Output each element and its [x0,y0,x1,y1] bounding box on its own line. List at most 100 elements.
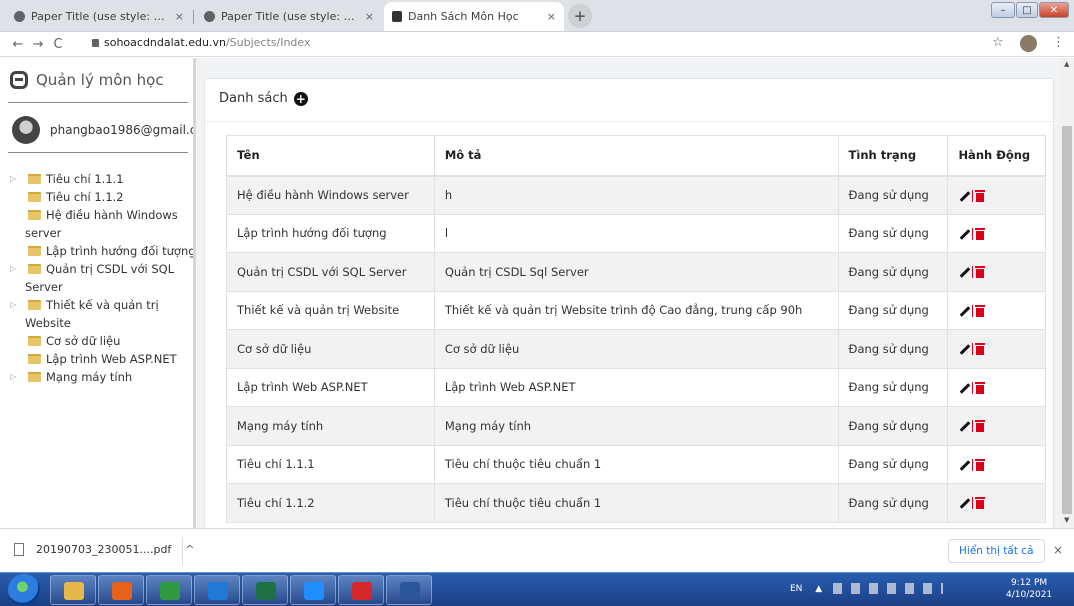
minimize-button[interactable]: – [991,2,1015,18]
close-download-bar-icon[interactable]: × [1053,543,1063,557]
column-header-status[interactable]: Tình trạng [837,135,949,177]
edit-pencil-icon[interactable] [958,343,970,355]
edit-pencil-icon[interactable] [958,420,970,432]
system-tray: EN ▲ [790,583,944,594]
cell-description: Thiết kế và quản trị Website trình độ Ca… [433,290,839,330]
tab-active[interactable]: Danh Sách Môn Học × [384,2,564,31]
column-header-name[interactable]: Tên [226,135,435,177]
edit-pencil-icon[interactable] [958,190,970,202]
taskbar-app-button[interactable] [146,575,192,605]
taskbar-app-button[interactable] [338,575,384,605]
browser-menu-icon[interactable]: ⋮ [1052,35,1065,50]
start-button[interactable] [8,574,40,606]
language-indicator[interactable]: EN [790,584,802,594]
action-separator [972,227,974,240]
new-tab-button[interactable]: + [568,4,592,28]
avatar [12,116,40,144]
cell-name: Cơ sở dữ liệu [226,329,435,369]
close-window-button[interactable]: ✕ [1039,2,1069,18]
tree-item[interactable]: Cơ sở dữ liệu [0,332,193,350]
show-all-downloads-button[interactable]: Hiển thị tất cả [948,539,1045,563]
screen: Paper Title (use style: paper title) × P… [0,0,1074,606]
taskbar-app-button[interactable] [290,575,336,605]
tab-1[interactable]: Paper Title (use style: paper title) × [6,2,192,31]
delete-trash-icon[interactable] [975,189,986,202]
delete-trash-icon[interactable] [975,420,986,433]
tree-item[interactable]: Hệ điều hành Windows server [0,206,193,242]
main-content: Danh sách + Tên Mô tả Tình trạng Hành Độ… [196,58,1060,528]
page-scrollbar[interactable]: ▲ ▼ [1060,58,1074,528]
tree-item[interactable]: Lập trình hướng đối tượng [0,242,193,260]
delete-trash-icon[interactable] [975,458,986,471]
taskbar-app-button[interactable] [242,575,288,605]
folder-icon [28,174,41,184]
edit-pencil-icon[interactable] [958,497,970,509]
chrome-favicon-icon [14,11,25,22]
delete-trash-icon[interactable] [975,266,986,279]
forward-button[interactable]: → [28,37,48,52]
taskbar-app-button[interactable] [50,575,96,605]
edit-pencil-icon[interactable] [958,305,970,317]
cell-name: Hệ điều hành Windows server [226,175,435,215]
tree-item[interactable]: Tiêu chí 1.1.2 [0,188,193,206]
expand-arrow-icon[interactable]: ▷ [10,170,16,188]
download-options-icon[interactable]: ^ [185,543,194,556]
tree-item-label: Cơ sở dữ liệu [46,334,121,348]
cell-name: Lập trình hướng đối tượng [226,213,435,253]
expand-arrow-icon[interactable]: ▷ [10,260,16,278]
taskbar-app-button[interactable] [194,575,240,605]
action-separator [972,266,974,279]
lock-icon [92,39,99,47]
cell-status: Đang sử dụng [837,290,949,330]
cell-status: Đang sử dụng [837,406,949,446]
profile-avatar[interactable] [1020,35,1037,52]
delete-trash-icon[interactable] [975,343,986,356]
tree-item[interactable]: ▷ Tiêu chí 1.1.1 [0,170,193,188]
action-separator [972,189,974,202]
tab-close-icon[interactable]: × [547,10,556,23]
delete-trash-icon[interactable] [975,227,986,240]
scroll-down-icon[interactable]: ▼ [1064,516,1069,524]
url-field[interactable]: sohoacdndalat.edu.vn/Subjects/Index [92,36,310,49]
expand-arrow-icon[interactable]: ▷ [10,296,16,314]
divider [8,102,188,103]
windows-taskbar: EN ▲ 9:12 PM 4/10/2021 [0,572,1074,606]
taskbar-app-button[interactable] [98,575,144,605]
edit-pencil-icon[interactable] [958,228,970,240]
app-brand[interactable]: Quản lý môn học [10,64,164,96]
tray-overflow-icon[interactable]: ▲ [815,584,822,594]
user-panel[interactable]: phangbao1986@gmail.con [12,116,193,144]
edit-pencil-icon[interactable] [958,459,970,471]
expand-arrow-icon[interactable]: ▷ [10,368,16,386]
scroll-up-icon[interactable]: ▲ [1064,60,1069,68]
tab-2[interactable]: Paper Title (use style: paper title) × [196,2,382,31]
add-subject-button[interactable]: + [293,91,308,106]
maximize-button[interactable]: □ [1016,2,1038,18]
divider [205,121,1053,122]
taskbar-app-button[interactable] [386,575,432,605]
delete-trash-icon[interactable] [975,381,986,394]
tree-item[interactable]: ▷ Thiết kế và quản trị Website [0,296,193,332]
edit-pencil-icon[interactable] [958,382,970,394]
clock[interactable]: 9:12 PM 4/10/2021 [1006,577,1052,601]
bookmark-star-icon[interactable]: ☆ [992,35,1004,50]
subject-table: Tên Mô tả Tình trạng Hành Động Hệ điều h… [226,135,1046,523]
table-header-row: Tên Mô tả Tình trạng Hành Động [226,135,1046,177]
tree-item[interactable]: Lập trình Web ASP.NET [0,350,193,368]
scroll-thumb[interactable] [1062,126,1072,514]
delete-trash-icon[interactable] [975,497,986,510]
reload-button[interactable]: C [48,37,68,52]
edit-pencil-icon[interactable] [958,266,970,278]
column-header-description[interactable]: Mô tả [433,135,839,177]
tab-close-icon[interactable]: × [175,10,184,23]
tab-close-icon[interactable]: × [365,10,374,23]
back-button[interactable]: ← [8,37,28,52]
table-row: Tiêu chí 1.1.1 Tiêu chí thuộc tiêu chuẩn … [226,444,1046,484]
cell-status: Đang sử dụng [837,213,949,253]
tree-item[interactable]: ▷ Quản trị CSDL với SQL Server [0,260,193,296]
cell-actions [947,329,1046,369]
delete-trash-icon[interactable] [975,304,986,317]
download-item[interactable]: 20190703_230051....pdf ^ [14,543,195,556]
tray-icons[interactable] [833,583,944,594]
tree-item[interactable]: ▷ Mạng máy tính [0,368,193,386]
